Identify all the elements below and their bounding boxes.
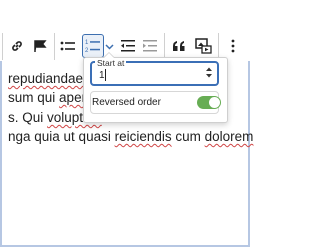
- svg-text:1: 1: [85, 40, 89, 46]
- number-stepper[interactable]: [205, 66, 213, 84]
- outdent-icon: [121, 40, 135, 52]
- stepper-arrows-icon: [206, 67, 212, 78]
- misspelled-word: reiciendis: [114, 129, 172, 144]
- misspelled-word: repudiandae: [8, 71, 84, 86]
- text-caret: [105, 69, 106, 81]
- toolbar-separator: [218, 33, 219, 60]
- start-at-value: 1: [99, 70, 105, 81]
- indent-icon: [143, 40, 157, 52]
- misspelled-word: dolorem: [204, 129, 254, 144]
- toggle-knob: [209, 97, 220, 108]
- vertical-ellipsis-icon: [231, 39, 235, 53]
- bulleted-list-button[interactable]: [59, 31, 77, 61]
- link-icon: [12, 41, 22, 51]
- reversed-order-label: Reversed order: [92, 97, 161, 108]
- svg-text:2: 2: [85, 48, 89, 54]
- paragraph-line: nga quia ut quasi reiciendis cum dolorem: [8, 129, 253, 144]
- more-options-button[interactable]: [227, 31, 239, 61]
- text-run: qui: [33, 90, 60, 105]
- link-button[interactable]: [8, 31, 26, 61]
- numbered-list-button[interactable]: 1 2: [82, 34, 104, 58]
- toolbar-separator: [2, 33, 3, 60]
- text-run: nga quia ut quasi: [8, 129, 115, 144]
- quote-icon: [173, 41, 185, 51]
- toolbar-separator: [54, 33, 55, 60]
- numbered-list-icon: 1 2: [85, 40, 100, 54]
- start-at-label: Start at: [95, 58, 127, 68]
- bookmark-button[interactable]: [31, 31, 49, 61]
- chevron-down-icon: [104, 43, 114, 50]
- media-icon: [194, 38, 212, 54]
- text-run: cum: [171, 129, 205, 144]
- flag-icon: [34, 40, 47, 52]
- text-run: sum: [8, 90, 34, 105]
- toolbar-separator: [164, 33, 165, 60]
- bulleted-list-icon: [60, 41, 75, 51]
- text-run: s. Qui: [8, 110, 48, 125]
